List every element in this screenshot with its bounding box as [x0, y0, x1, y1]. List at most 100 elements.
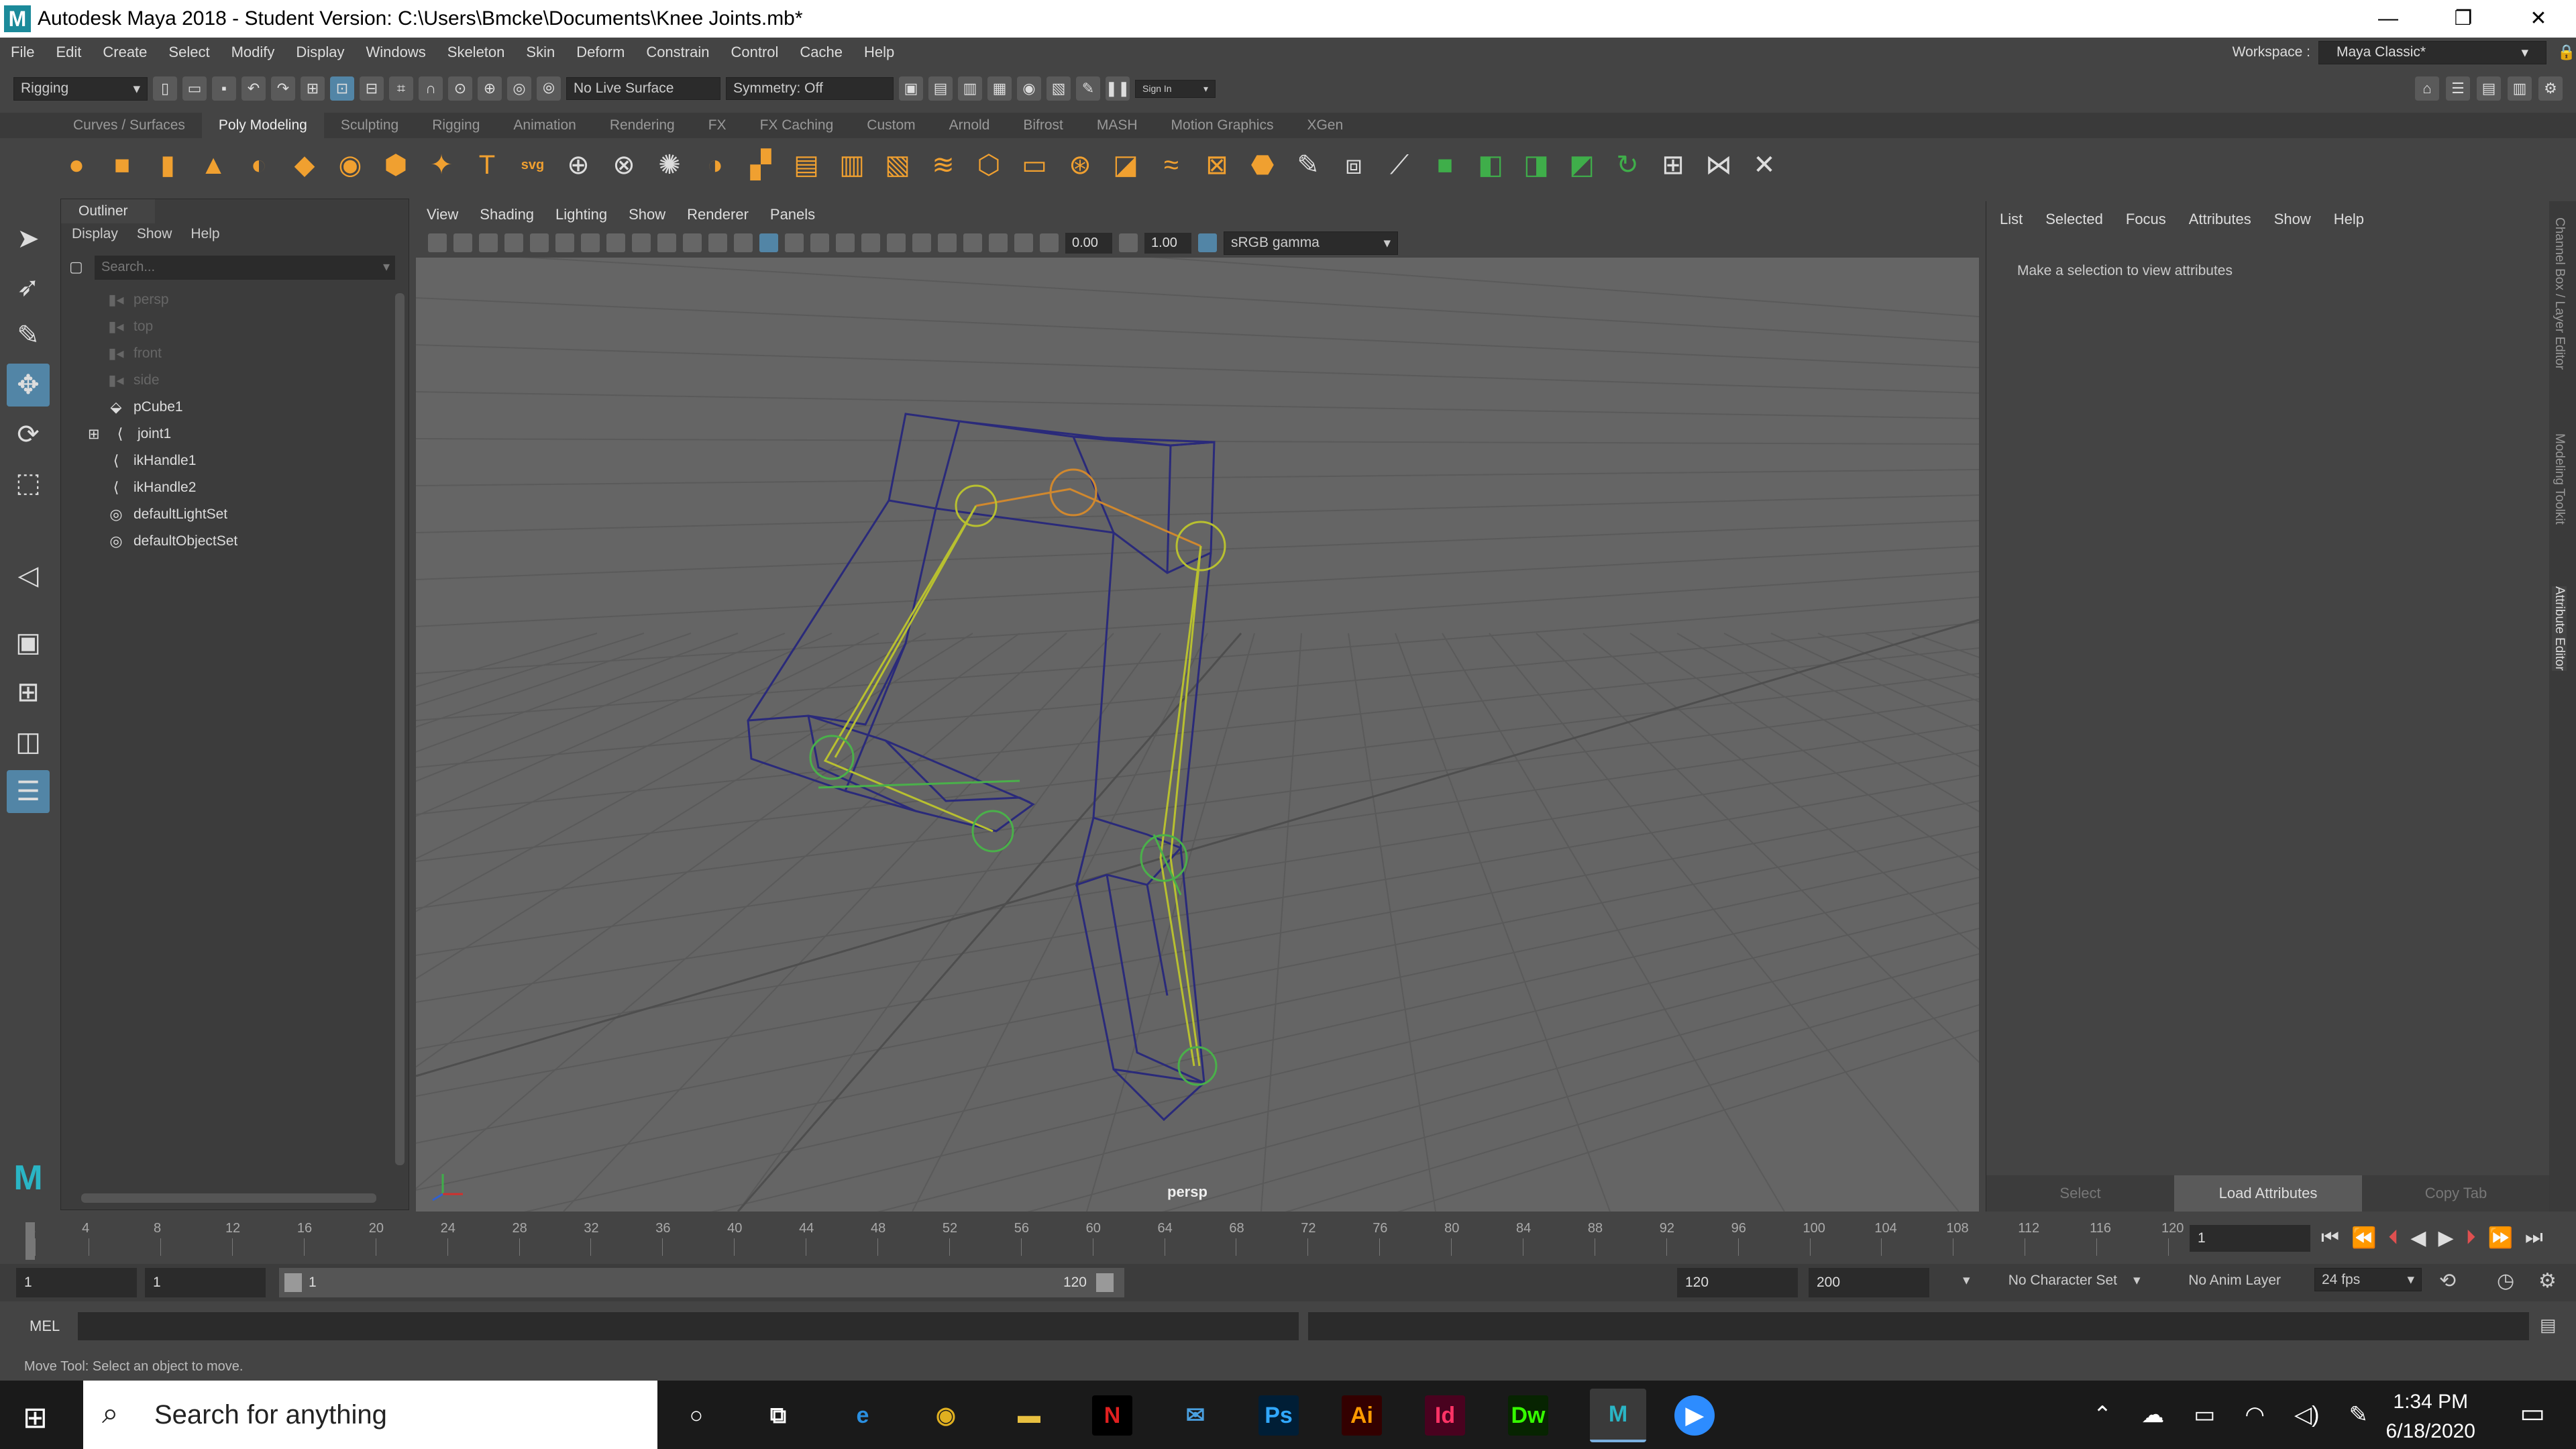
select-camera-icon[interactable]: [428, 233, 447, 252]
tab-channel-box[interactable]: Channel Box / Layer Editor: [2552, 217, 2567, 370]
workspace-dropdown[interactable]: Maya Classic* ▾: [2318, 40, 2546, 64]
transfer-uv-icon[interactable]: ↻: [1609, 146, 1646, 184]
move-tool-icon[interactable]: ✥: [7, 364, 50, 407]
exposure-icon[interactable]: [1040, 233, 1059, 252]
slide-edge-icon[interactable]: ⧈: [1335, 146, 1373, 184]
ae-menu-attributes[interactable]: Attributes: [2189, 211, 2251, 228]
render-setup-icon[interactable]: ▧: [1046, 76, 1071, 101]
anim-layer-dropdown[interactable]: ▾ No Anim Layer: [2127, 1269, 2288, 1291]
shelf-tab-rendering[interactable]: Rendering: [593, 113, 692, 138]
shelf-tab-poly-modeling[interactable]: Poly Modeling: [201, 113, 324, 138]
menu-select[interactable]: Select: [158, 44, 220, 61]
render-frame-icon[interactable]: ▣: [899, 76, 923, 101]
range-slider[interactable]: 1 120: [279, 1268, 1124, 1297]
sign-in-dropdown[interactable]: Sign In ▾: [1135, 79, 1216, 98]
lasso-tool-icon[interactable]: ➶: [7, 266, 50, 309]
zoom-icon[interactable]: ▶: [1674, 1395, 1715, 1436]
rotate-tool-icon[interactable]: ⟳: [7, 413, 50, 456]
bevel-icon[interactable]: ▧: [879, 146, 916, 184]
render-settings-icon[interactable]: ▦: [987, 76, 1012, 101]
poly-cylinder-icon[interactable]: ▮: [149, 146, 186, 184]
smooth-shade-icon[interactable]: [785, 233, 804, 252]
character-set-dropdown[interactable]: ▾ No Character Set: [1956, 1269, 2124, 1291]
menu-windows[interactable]: Windows: [356, 44, 437, 61]
edge-icon[interactable]: e: [843, 1395, 883, 1436]
step-back-icon[interactable]: ⏴: [2388, 1226, 2398, 1250]
restore-button[interactable]: ❐: [2426, 0, 2501, 38]
menu-file[interactable]: File: [0, 44, 45, 61]
minimize-button[interactable]: —: [2351, 0, 2426, 38]
outliner-layout-icon[interactable]: ☰: [7, 770, 50, 813]
shelf-tab-animation[interactable]: Animation: [496, 113, 592, 138]
xray-icon[interactable]: [836, 233, 855, 252]
isolate-select-icon[interactable]: [989, 233, 1008, 252]
exposure-field[interactable]: 0.00: [1065, 232, 1112, 254]
shelf-tab-motion-graphics[interactable]: Motion Graphics: [1155, 113, 1291, 138]
crease-icon[interactable]: ⟋: [1381, 146, 1418, 184]
automatic-uv-icon[interactable]: ◩: [1563, 146, 1601, 184]
uv-editor-icon[interactable]: ⊞: [1654, 146, 1692, 184]
viewport-menu-lighting[interactable]: Lighting: [545, 206, 618, 223]
attribute-editor-icon[interactable]: ☰: [2446, 76, 2470, 101]
poly-torus-icon[interactable]: ◐: [240, 146, 278, 184]
pause-icon[interactable]: ❚❚: [1106, 76, 1130, 101]
quad-draw-icon[interactable]: ✎: [1289, 146, 1327, 184]
ae-menu-selected[interactable]: Selected: [2045, 211, 2103, 228]
viewport-menu-shading[interactable]: Shading: [469, 206, 545, 223]
outliner-tab[interactable]: Outliner: [61, 199, 155, 223]
range-handle-right[interactable]: [1096, 1273, 1114, 1292]
extrude-icon[interactable]: ▤: [788, 146, 825, 184]
range-end-field[interactable]: 200: [1809, 1268, 1929, 1297]
outliner-item[interactable]: ⬙ pCube1: [107, 394, 183, 421]
symmetry-dropdown[interactable]: Symmetry: Off: [726, 77, 894, 100]
ae-menu-focus[interactable]: Focus: [2126, 211, 2166, 228]
lock-icon[interactable]: 🔒: [2546, 44, 2576, 61]
menu-edit[interactable]: Edit: [45, 44, 92, 61]
open-scene-icon[interactable]: ▭: [182, 76, 207, 101]
playback-start-field[interactable]: 1: [145, 1268, 266, 1297]
ae-menu-list[interactable]: List: [2000, 211, 2023, 228]
select-component-icon[interactable]: ⊟: [360, 76, 384, 101]
menu-deform[interactable]: Deform: [566, 44, 635, 61]
type-tool-icon[interactable]: T: [468, 146, 506, 184]
step-back-key-icon[interactable]: ⏪: [2351, 1226, 2376, 1250]
menu-display[interactable]: Display: [285, 44, 355, 61]
separate-icon[interactable]: ⊗: [605, 146, 643, 184]
wifi-icon[interactable]: ◠: [2245, 1401, 2265, 1428]
use-lights-icon[interactable]: [861, 233, 880, 252]
shelf-tab-curves-surfaces[interactable]: Curves / Surfaces: [56, 113, 202, 138]
append-polygon-icon[interactable]: ≋: [924, 146, 962, 184]
bridge-icon[interactable]: ▥: [833, 146, 871, 184]
mail-icon[interactable]: ✉: [1175, 1395, 1216, 1436]
menu-skin[interactable]: Skin: [515, 44, 566, 61]
symmetrize-icon[interactable]: ⋈: [1700, 146, 1737, 184]
chevron-up-icon[interactable]: ⌃: [2093, 1401, 2112, 1428]
battery-icon[interactable]: ▭: [2194, 1401, 2215, 1428]
menu-control[interactable]: Control: [720, 44, 789, 61]
safe-action-icon[interactable]: [708, 233, 727, 252]
outliner-item[interactable]: ⟨ ikHandle1: [107, 447, 197, 474]
poly-sphere-icon[interactable]: ●: [58, 146, 95, 184]
shelf-tab-bifrost[interactable]: Bifrost: [1006, 113, 1080, 138]
last-tool-icon[interactable]: ◁: [7, 554, 50, 597]
snap-curve-icon[interactable]: ∩: [419, 76, 443, 101]
time-slider[interactable]: 1481216202428323640444852566064687276808…: [0, 1216, 2576, 1260]
gamma-icon[interactable]: [1119, 233, 1138, 252]
step-forward-icon[interactable]: ⏵: [2466, 1226, 2476, 1250]
viewport-menu-panels[interactable]: Panels: [759, 206, 826, 223]
menu-constrain[interactable]: Constrain: [635, 44, 720, 61]
menuset-dropdown[interactable]: Rigging ▾: [13, 76, 148, 101]
multi-cut-icon[interactable]: ▭: [1016, 146, 1053, 184]
four-view-icon[interactable]: ⊞: [7, 671, 50, 714]
safe-title-icon[interactable]: [734, 233, 753, 252]
2d-pan-zoom-icon[interactable]: [530, 233, 549, 252]
expand-icon[interactable]: ⊞: [88, 426, 103, 443]
single-view-icon[interactable]: ▣: [7, 621, 50, 664]
indesign-icon[interactable]: Id: [1425, 1395, 1465, 1436]
image-plane-icon[interactable]: [504, 233, 523, 252]
motion-blur-icon[interactable]: [938, 233, 957, 252]
select-object-icon[interactable]: ⊡: [330, 76, 354, 101]
outliner-item[interactable]: ▮◂ persp: [107, 286, 168, 313]
mel-input[interactable]: [78, 1312, 1299, 1340]
illustrator-icon[interactable]: Ai: [1342, 1395, 1382, 1436]
